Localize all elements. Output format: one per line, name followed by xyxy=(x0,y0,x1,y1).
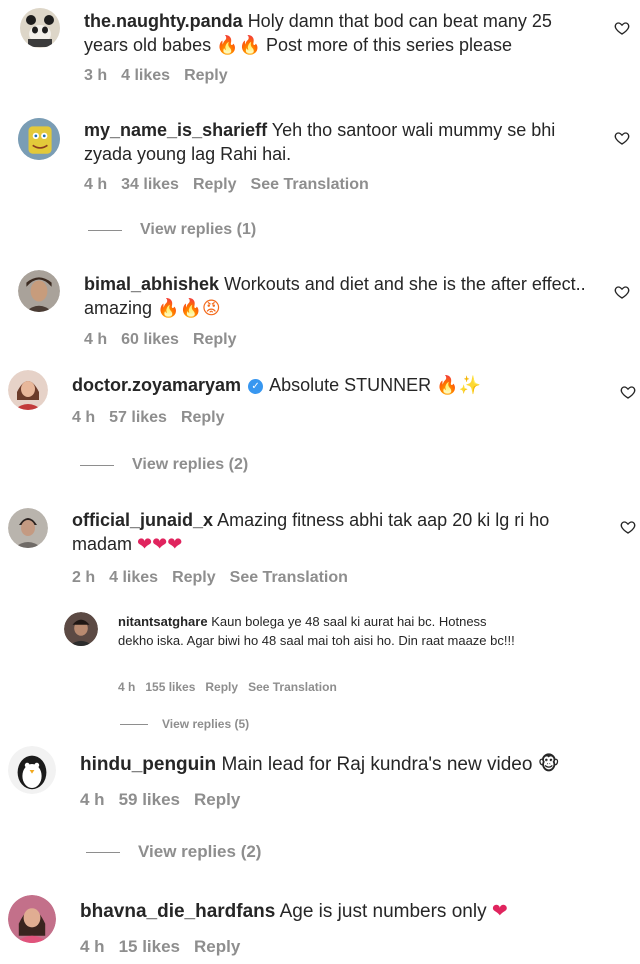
username[interactable]: bimal_abhishek xyxy=(84,274,219,294)
comment-body-tail: Post more of this series please xyxy=(260,35,513,55)
comment-body: Age is just numbers only xyxy=(279,901,487,922)
see-translation-button[interactable]: See Translation xyxy=(230,569,348,587)
like-heart-icon[interactable] xyxy=(620,519,636,535)
comment-meta: 4 h 34 likes Reply See Translation xyxy=(84,176,369,194)
reply-button[interactable]: Reply xyxy=(194,937,240,957)
timestamp: 4 h xyxy=(80,937,105,956)
timestamp: 4 h xyxy=(84,331,108,348)
reply-button[interactable]: Reply xyxy=(184,67,228,85)
comment-text: hindu_penguin Main lead for Raj kundra's… xyxy=(80,752,625,777)
timestamp: 4 h xyxy=(118,680,136,694)
likes-count[interactable]: 155 likes xyxy=(145,680,195,694)
user-avatar[interactable] xyxy=(64,612,98,646)
username[interactable]: doctor.zoyamaryam xyxy=(72,375,241,395)
comment-7: bhavna_die_hardfans Age is just numbers … xyxy=(0,893,640,964)
comment-1: the.naughty.panda Holy damn that bod can… xyxy=(0,0,640,100)
comment-meta: 4 h 155 likes Reply See Translation xyxy=(118,680,337,694)
likes-count[interactable]: 4 likes xyxy=(109,569,158,587)
like-heart-icon[interactable] xyxy=(614,20,630,36)
panda-avatar[interactable] xyxy=(20,8,60,48)
comment-meta: 4 h 57 likes Reply xyxy=(72,409,225,427)
view-replies-button[interactable]: View replies (2) xyxy=(86,842,261,862)
likes-count[interactable]: 60 likes xyxy=(121,331,179,349)
fire-sparkle-emoji-icon: 🔥✨ xyxy=(436,375,482,396)
see-translation-button[interactable]: See Translation xyxy=(251,176,369,194)
view-replies-button[interactable]: View replies (5) xyxy=(120,717,249,731)
fire-emoji-icon: 🔥🔥 xyxy=(216,35,261,56)
comment-2: my_name_is_sharieff Yeh tho santoor wali… xyxy=(0,110,640,250)
comment-text: bimal_abhishek Workouts and diet and she… xyxy=(84,272,589,321)
divider-line xyxy=(86,851,120,853)
likes-count[interactable]: 59 likes xyxy=(119,790,180,810)
user-avatar[interactable] xyxy=(18,270,60,312)
timestamp: 3 h xyxy=(84,67,108,84)
username[interactable]: my_name_is_sharieff xyxy=(84,120,267,140)
comment-meta: 2 h 4 likes Reply See Translation xyxy=(72,569,348,587)
username[interactable]: nitantsatghare xyxy=(118,614,208,629)
reply-button[interactable]: Reply xyxy=(181,409,225,427)
reply-button[interactable]: Reply xyxy=(194,790,240,810)
penguin-avatar[interactable] xyxy=(8,746,56,794)
likes-count[interactable]: 15 likes xyxy=(119,937,180,957)
red-heart-emoji-icon: ❤❤❤ xyxy=(137,534,183,555)
divider-line xyxy=(80,464,114,466)
user-avatar[interactable] xyxy=(8,895,56,943)
view-replies-label: View replies (1) xyxy=(140,221,257,238)
likes-count[interactable]: 4 likes xyxy=(121,67,170,85)
reply-button[interactable]: Reply xyxy=(193,331,237,349)
reply-button[interactable]: Reply xyxy=(172,569,216,587)
nested-comment: nitantsatghare Kaun bolega ye 48 saal ki… xyxy=(0,608,640,733)
timestamp: 4 h xyxy=(84,176,108,193)
username[interactable]: the.naughty.panda xyxy=(84,11,243,31)
verified-badge-icon: ✓ xyxy=(248,378,264,394)
comment-text: nitantsatghare Kaun bolega ye 48 saal ki… xyxy=(118,612,518,650)
divider-line xyxy=(88,229,122,231)
view-replies-label: View replies (5) xyxy=(162,717,250,731)
username[interactable]: bhavna_die_hardfans xyxy=(80,901,275,922)
comment-4: doctor.zoyamaryam ✓ Absolute STUNNER 🔥✨ … xyxy=(0,362,640,482)
comment-6: hindu_penguin Main lead for Raj kundra's… xyxy=(0,744,640,869)
reply-button[interactable]: Reply xyxy=(193,176,237,194)
comment-meta: 4 h 15 likes Reply xyxy=(80,937,240,957)
red-heart-emoji-icon: ❤ xyxy=(491,900,508,922)
comment-text: my_name_is_sharieff Yeh tho santoor wali… xyxy=(84,118,589,166)
reply-button[interactable]: Reply xyxy=(205,680,238,694)
user-avatar[interactable] xyxy=(8,370,48,410)
timestamp: 4 h xyxy=(72,409,96,426)
view-replies-button[interactable]: View replies (2) xyxy=(80,456,248,474)
divider-line xyxy=(120,723,148,725)
comment-text: bhavna_die_hardfans Age is just numbers … xyxy=(80,899,625,924)
comment-text: the.naughty.panda Holy damn that bod can… xyxy=(84,9,589,58)
comment-meta: 4 h 59 likes Reply xyxy=(80,790,240,810)
username[interactable]: hindu_penguin xyxy=(80,754,216,775)
fire-emoji-icon: 🔥🔥😡 xyxy=(157,298,221,319)
timestamp: 4 h xyxy=(80,790,105,809)
monkey-emoji-icon: 🐵 xyxy=(537,753,560,775)
see-translation-button[interactable]: See Translation xyxy=(248,680,337,694)
view-replies-label: View replies (2) xyxy=(138,842,262,861)
comment-3: bimal_abhishek Workouts and diet and she… xyxy=(0,262,640,357)
likes-count[interactable]: 34 likes xyxy=(121,176,179,194)
like-heart-icon[interactable] xyxy=(614,284,630,300)
comment-meta: 4 h 60 likes Reply xyxy=(84,331,237,349)
likes-count[interactable]: 57 likes xyxy=(109,409,167,427)
comment-text: doctor.zoyamaryam ✓ Absolute STUNNER 🔥✨ xyxy=(72,373,592,398)
spongebob-avatar[interactable] xyxy=(18,118,60,160)
comment-5: official_junaid_x Amazing fitness abhi t… xyxy=(0,500,640,595)
username[interactable]: official_junaid_x xyxy=(72,510,213,530)
view-replies-label: View replies (2) xyxy=(132,456,249,473)
comment-body: Absolute STUNNER xyxy=(269,375,432,395)
user-avatar[interactable] xyxy=(8,508,48,548)
view-replies-button[interactable]: View replies (1) xyxy=(88,221,256,239)
comment-body: Main lead for Raj kundra's new video xyxy=(221,754,533,775)
like-heart-icon[interactable] xyxy=(620,384,636,400)
like-heart-icon[interactable] xyxy=(614,130,630,146)
timestamp: 2 h xyxy=(72,569,96,586)
comment-text: official_junaid_x Amazing fitness abhi t… xyxy=(72,508,592,557)
comment-meta: 3 h 4 likes Reply xyxy=(84,67,228,85)
